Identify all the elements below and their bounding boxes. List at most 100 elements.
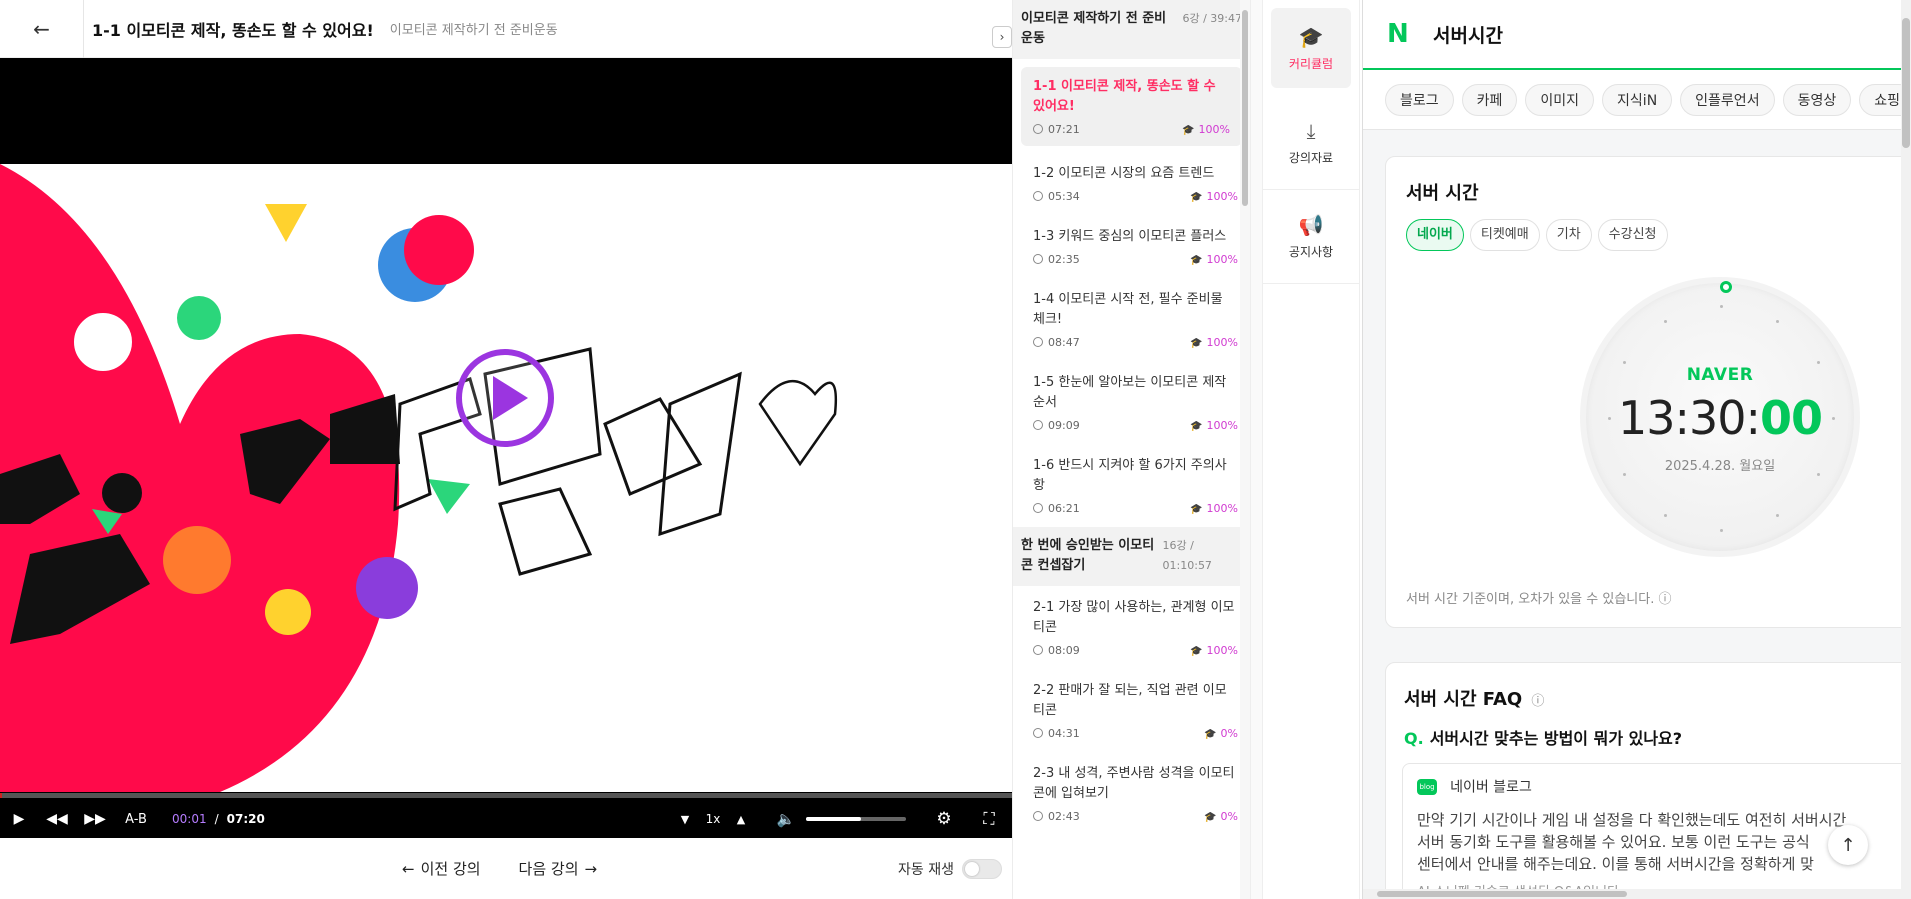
toggle-knob — [965, 861, 979, 876]
volume-slider[interactable] — [806, 800, 906, 838]
clock-tick — [1776, 320, 1779, 323]
curriculum-item[interactable]: 1-2 이모티콘 시장의 요즘 트렌드 05:34 🎓 100% — [1013, 152, 1250, 215]
fast-forward-icon[interactable]: ▶▶ — [76, 800, 114, 838]
fullscreen-icon[interactable]: ⛶ — [970, 800, 1008, 838]
server-chip[interactable]: 기차 — [1545, 219, 1592, 251]
curriculum-item[interactable]: 2-3 내 성격, 주변사람 성격을 이모티콘에 입혀보기 02:43 🎓 0% — [1013, 752, 1250, 835]
curriculum-section-header[interactable]: 한 번에 승인받는 이모티콘 컨셉잡기 16강 / 01:10:57 — [1013, 527, 1250, 586]
curriculum-item[interactable]: 1-1 이모티콘 제작, 똥손도 할 수 있어요! 07:21 🎓 100% — [1021, 67, 1242, 146]
item-duration: 08:47 — [1048, 336, 1080, 349]
curriculum-item[interactable]: 1-6 반드시 지켜야 할 6가지 주의사항 06:21 🎓 100% — [1013, 444, 1250, 527]
search-query[interactable]: 서버시간 — [1433, 21, 1503, 48]
curriculum-item[interactable]: 2-2 판매가 잘 되는, 직업 관련 이모티콘 04:31 🎓 0% — [1013, 669, 1250, 752]
faq-question[interactable]: Q. 서버시간 맞추는 방법이 뭐가 있나요? — [1404, 725, 1682, 749]
server-time-note: 서버 시간 기준이며, 오차가 있을 수 있습니다. ⓘ — [1406, 592, 1672, 607]
curriculum-scroll-thumb[interactable] — [1242, 10, 1248, 206]
naver-scrollbar[interactable] — [1901, 0, 1911, 899]
curriculum-item[interactable]: 1-3 키워드 중심의 이모티콘 플러스 02:35 🎓 100% — [1013, 215, 1250, 278]
item-progress: 100% — [1206, 190, 1238, 203]
naver-h-scroll-thumb[interactable] — [1377, 891, 1627, 897]
settings-gear-icon[interactable]: ⚙ — [918, 800, 970, 838]
clock-second-dot — [1720, 281, 1732, 293]
item-duration: 02:43 — [1048, 810, 1080, 823]
server-chip[interactable]: 네이버 — [1406, 219, 1464, 251]
play-icon[interactable]: ▶ — [0, 800, 38, 838]
side-tabs: 🎓 커리큘럼 ⤓ 강의자료 📢 공지사항 — [1262, 0, 1360, 899]
answer-text: 만약 기기 시간이나 게임 내 설정을 다 확인했는데도 여전히 서버시간 서버 … — [1417, 809, 1897, 875]
seek-bar[interactable] — [0, 793, 1012, 798]
megaphone-icon: 📢 — [1298, 213, 1324, 237]
item-title: 1-6 반드시 지켜야 할 6가지 주의사항 — [1033, 458, 1227, 493]
clock-brand: NAVER — [1686, 365, 1754, 385]
video-frame — [0, 164, 1012, 792]
naver-h-scrollbar[interactable] — [1363, 889, 1911, 899]
clock-icon — [1033, 420, 1043, 430]
time-separator: / — [214, 812, 219, 826]
search-tab[interactable]: 지식iN — [1602, 83, 1673, 116]
tab-notices[interactable]: 📢 공지사항 — [1263, 190, 1359, 284]
cap-icon: 🎓 — [1190, 421, 1203, 432]
clock-tick — [1720, 529, 1723, 532]
item-duration: 09:09 — [1048, 419, 1080, 432]
volume-icon[interactable]: 🔈 — [766, 800, 806, 838]
chevron-right-icon[interactable]: › — [992, 26, 1012, 48]
item-duration: 02:35 — [1048, 253, 1080, 266]
white-circle-shape — [72, 311, 134, 373]
curriculum-item[interactable]: 2-1 가장 많이 사용하는, 관계형 이모티콘 08:09 🎓 100% — [1013, 586, 1250, 669]
item-meta: 07:21 🎓 100% — [1033, 123, 1230, 136]
search-tab[interactable]: 동영상 — [1782, 83, 1852, 116]
curriculum-scrollbar[interactable] — [1240, 0, 1250, 899]
curriculum-section-header[interactable]: 이모티콘 제작하기 전 준비운동 6강 / 39:47 — [1013, 0, 1250, 59]
cap-icon: 🎓 — [1204, 729, 1217, 740]
arrow-left-icon: ← — [402, 859, 415, 878]
panel-divider — [1250, 0, 1262, 899]
naver-scroll-thumb[interactable] — [1902, 18, 1910, 148]
speed-up-icon[interactable]: ▲ — [726, 800, 756, 838]
cap-icon: 🎓 — [1204, 812, 1217, 823]
seek-bar-fill — [0, 793, 3, 798]
back-arrow-icon[interactable]: ← — [0, 0, 84, 58]
video-artwork — [0, 164, 837, 792]
server-time-title: 서버 시간 — [1406, 183, 1479, 204]
item-progress: 100% — [1206, 502, 1238, 515]
faq-card: 서버 시간 FAQ ⓘ Q. 서버시간 맞추는 방법이 뭐가 있나요? blog … — [1385, 662, 1911, 899]
item-title: 2-3 내 성격, 주변사람 성격을 이모티콘에 입혀보기 — [1033, 766, 1235, 801]
item-meta: 02:43 🎓 0% — [1033, 810, 1238, 823]
search-tab[interactable]: 인플루언서 — [1680, 83, 1775, 116]
naver-logo[interactable]: N — [1387, 19, 1413, 49]
server-clock: NAVER 13:30:00 2025.4.28. 월요일 — [1580, 277, 1860, 557]
server-chip[interactable]: 수강신청 — [1597, 219, 1668, 251]
lecture-player: ← 1-1 이모티콘 제작, 똥손도 할 수 있어요! 이모티콘 제작하기 전 … — [0, 0, 1012, 899]
curriculum-item[interactable]: 1-4 이모티콘 시작 전, 필수 준비물 체크! 08:47 🎓 100% — [1013, 278, 1250, 361]
clock-tick — [1664, 320, 1667, 323]
lecture-title: 1-1 이모티콘 제작, 똥손도 할 수 있어요! — [92, 20, 374, 40]
item-meta: 05:34 🎓 100% — [1033, 190, 1238, 203]
prev-lecture-button[interactable]: ← 이전 강의 — [402, 858, 481, 879]
curriculum-item[interactable]: 1-5 한눈에 알아보는 이모티콘 제작 순서 09:09 🎓 100% — [1013, 361, 1250, 444]
rewind-icon[interactable]: ◀◀ — [38, 800, 76, 838]
answer-source[interactable]: 네이버 블로그 — [1450, 780, 1532, 796]
search-tab[interactable]: 카페 — [1461, 83, 1518, 116]
next-lecture-button[interactable]: 다음 강의 → — [519, 858, 598, 879]
faq-question-text: 서버시간 맞추는 방법이 뭐가 있나요? — [1429, 729, 1683, 748]
section-title: 이모티콘 제작하기 전 준비운동 — [1021, 11, 1167, 46]
scroll-to-top-icon[interactable]: ↑ — [1828, 825, 1868, 865]
tab-materials[interactable]: ⤓ 강의자료 — [1263, 96, 1359, 190]
clock-tick — [1816, 361, 1820, 364]
search-tab[interactable]: 블로그 — [1385, 83, 1454, 116]
server-chip[interactable]: 티켓예매 — [1469, 219, 1540, 251]
tab-curriculum[interactable]: 🎓 커리큘럼 — [1271, 8, 1351, 88]
video-area[interactable]: ▶ ◀◀ ▶▶ A-B 00:01 / 07:20 ▼ 1x ▲ 🔈 ⚙ ⛶ — [0, 58, 1012, 838]
info-icon[interactable]: ⓘ — [1531, 694, 1544, 709]
graduation-cap-icon: 🎓 — [1298, 24, 1324, 49]
server-chips: 네이버 티켓예매 기차 수강신청 — [1406, 219, 1674, 251]
search-tab[interactable]: 이미지 — [1525, 83, 1595, 116]
prev-lecture-label: 이전 강의 — [420, 860, 481, 878]
speed-label: 1x — [705, 812, 721, 826]
section-meta: 16강 / 01:10:57 — [1162, 539, 1212, 572]
autoplay-toggle[interactable] — [962, 858, 1002, 879]
item-progress: 100% — [1206, 253, 1238, 266]
ab-repeat-button[interactable]: A-B — [114, 800, 158, 838]
speed-down-icon[interactable]: ▼ — [670, 800, 700, 838]
item-duration: 04:31 — [1048, 727, 1080, 740]
